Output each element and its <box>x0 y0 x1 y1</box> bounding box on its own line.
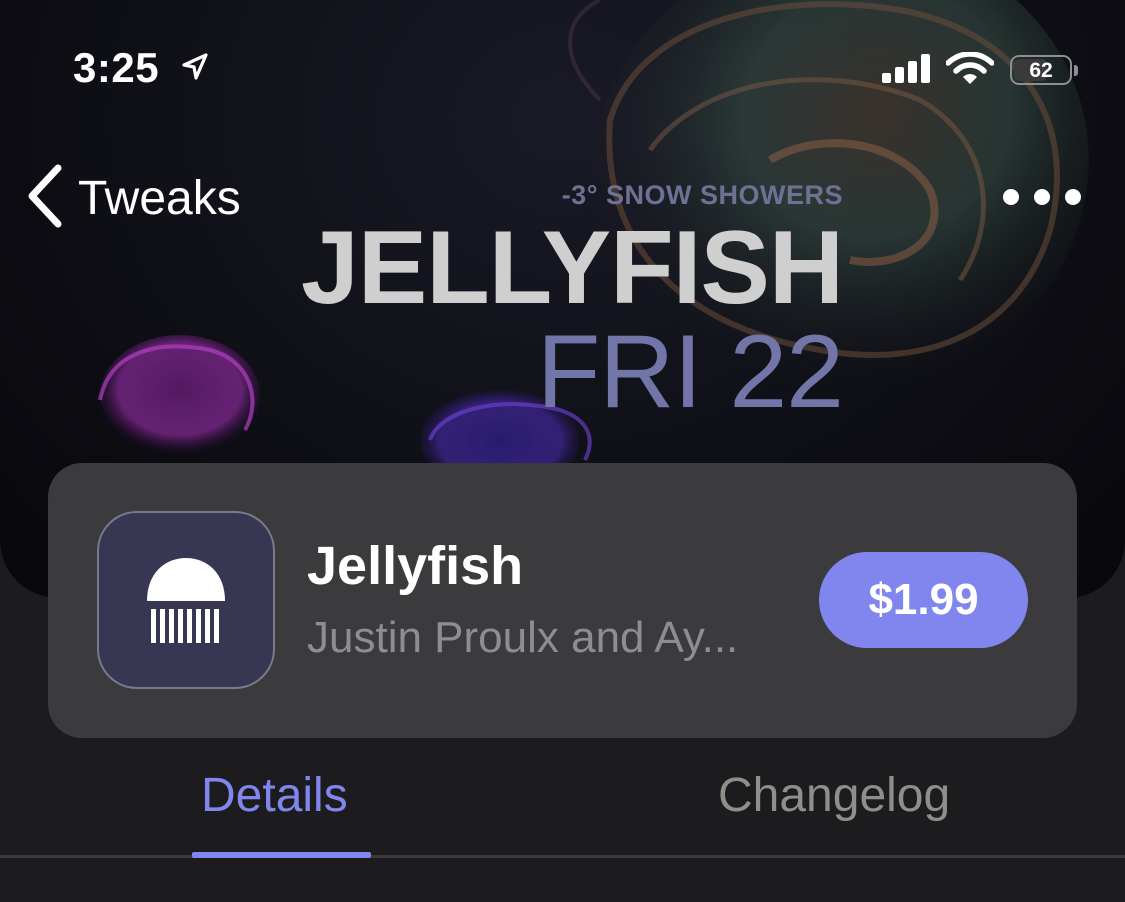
wifi-icon <box>945 51 995 91</box>
back-button-label: Tweaks <box>78 171 241 225</box>
active-tab-indicator <box>192 852 371 858</box>
tab-details[interactable]: Details <box>201 768 348 823</box>
more-options-button[interactable] <box>1003 180 1081 214</box>
status-bar: 3:25 62 <box>0 38 1125 102</box>
cellular-signal-icon <box>882 54 934 89</box>
hero-date: FRI 22 <box>536 314 844 430</box>
hero-title: JELLYFISH <box>301 210 844 326</box>
tab-changelog[interactable]: Changelog <box>718 768 950 823</box>
jellyfish-icon <box>97 511 275 689</box>
location-arrow-icon <box>180 52 210 87</box>
hero-widget-text: -3° SNOW SHOWERS JELLYFISH FRI 22 <box>301 178 844 430</box>
battery-cap <box>1074 65 1078 76</box>
back-button[interactable]: Tweaks <box>24 164 241 233</box>
ellipsis-icon <box>1034 189 1050 205</box>
ellipsis-icon <box>1003 189 1019 205</box>
price-button[interactable]: $1.99 <box>819 552 1028 648</box>
weather-label: -3° SNOW SHOWERS <box>561 180 843 210</box>
package-name: Jellyfish <box>307 536 524 596</box>
battery-icon: 62 <box>1010 55 1072 85</box>
package-page: -3° SNOW SHOWERS JELLYFISH FRI 22 3:25 6… <box>0 0 1125 902</box>
battery-percent: 62 <box>1029 59 1053 82</box>
ellipsis-icon <box>1065 189 1081 205</box>
package-header-card: Jellyfish Justin Proulx and Ay... $1.99 <box>48 463 1077 738</box>
chevron-left-icon <box>24 164 64 233</box>
status-time: 3:25 <box>73 44 160 91</box>
tab-divider <box>0 855 1125 858</box>
package-author: Justin Proulx and Ay... <box>307 613 739 662</box>
